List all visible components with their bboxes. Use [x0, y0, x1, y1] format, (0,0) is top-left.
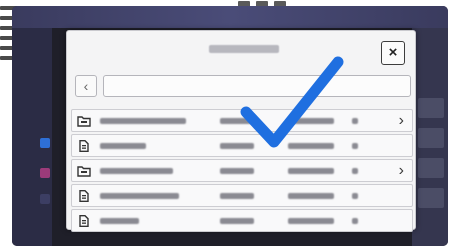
file-date: [288, 168, 334, 174]
file-name: [100, 193, 179, 199]
file-name: [100, 118, 186, 124]
close-button[interactable]: ×: [381, 41, 405, 65]
file-name: [100, 168, 173, 174]
app-sidebar: [12, 28, 52, 246]
checkmark-icon: [240, 56, 344, 148]
file-size: [352, 118, 358, 124]
chevron-right-icon[interactable]: ›: [399, 112, 404, 130]
panel-item[interactable]: [418, 158, 444, 178]
dialog-title: [209, 45, 279, 53]
folder-icon: [77, 115, 91, 127]
file-date: [288, 218, 334, 224]
panel-item[interactable]: [418, 128, 444, 148]
file-icon: [77, 190, 91, 202]
chevron-right-icon[interactable]: ›: [399, 162, 404, 180]
file-size: [352, 168, 358, 174]
file-name: [100, 143, 146, 149]
back-button[interactable]: ‹: [75, 75, 97, 97]
panel-item[interactable]: [418, 98, 444, 118]
file-size: [352, 193, 358, 199]
file-name: [100, 218, 139, 224]
app-header: [12, 6, 448, 28]
file-icon: [77, 140, 91, 152]
file-type: [220, 168, 254, 174]
sidebar-icon[interactable]: [40, 194, 50, 204]
file-list-row[interactable]: [71, 184, 413, 207]
file-size: [352, 218, 358, 224]
sidebar-icon[interactable]: [40, 138, 50, 148]
panel-item[interactable]: [418, 188, 444, 208]
sidebar-icon[interactable]: [40, 168, 50, 178]
file-date: [288, 193, 334, 199]
device-screen: × ‹ › ›: [12, 6, 448, 246]
file-icon: [77, 215, 91, 227]
file-type: [220, 193, 254, 199]
file-size: [352, 143, 358, 149]
file-list-row[interactable]: ›: [71, 159, 413, 182]
app-right-panel: [412, 28, 448, 246]
file-list-row[interactable]: [71, 209, 413, 232]
photo-scene: × ‹ › ›: [0, 0, 452, 250]
folder-icon: [77, 165, 91, 177]
file-type: [220, 218, 254, 224]
